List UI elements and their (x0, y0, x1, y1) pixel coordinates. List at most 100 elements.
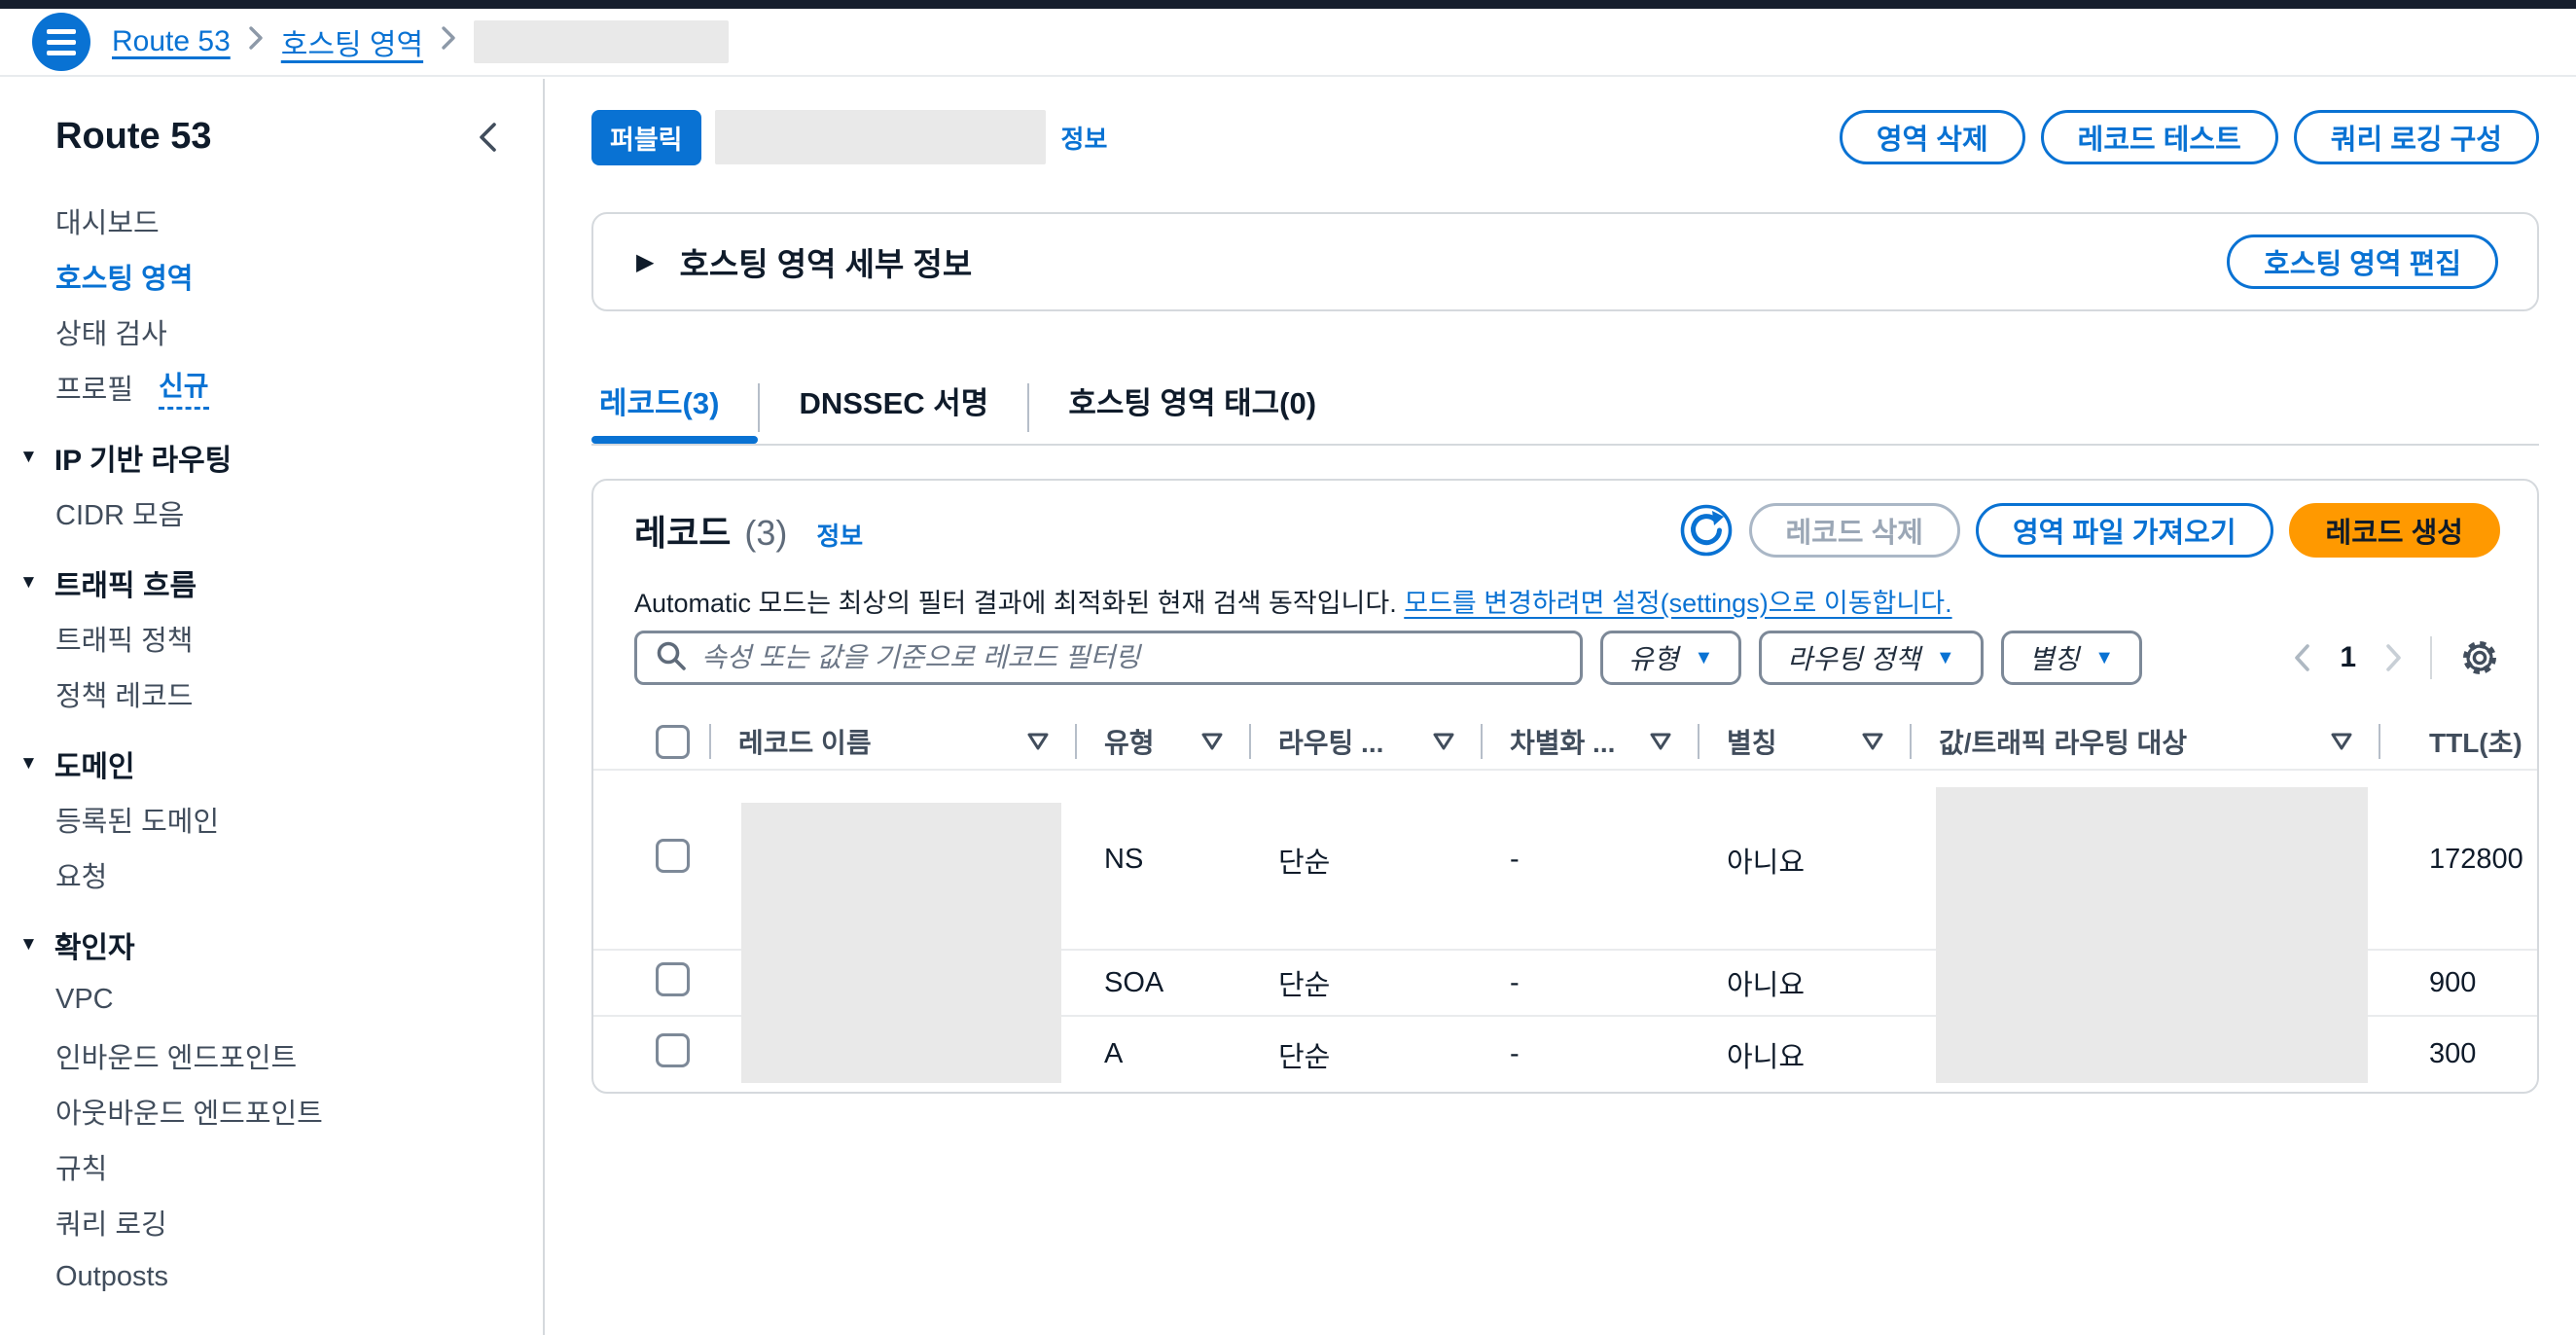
search-icon (655, 639, 688, 677)
sidebar-item-outbound-endpoints[interactable]: 아웃바운드 엔드포인트 (0, 1083, 543, 1138)
sidebar-item-policy-records[interactable]: 정책 레코드 (0, 666, 543, 721)
caret-down-icon: ▼ (1695, 647, 1714, 669)
tabs: 레코드(3) DNSSEC 서명 호스팅 영역 태그(0) (591, 370, 2539, 446)
sidebar-item-profiles[interactable]: 프로필신규 (0, 359, 543, 415)
delete-record-button[interactable]: 레코드 삭제 (1749, 503, 1960, 558)
select-all-checkbox[interactable] (656, 725, 690, 759)
import-zone-file-button[interactable]: 영역 파일 가져오기 (1976, 503, 2273, 558)
tab-dnssec-signing[interactable]: DNSSEC 서명 (760, 370, 1027, 430)
sort-icon (1200, 732, 1224, 751)
refresh-icon[interactable] (1679, 503, 1734, 558)
type-filter-dropdown[interactable]: 유형▼ (1600, 631, 1741, 685)
differentiator-cell: - (1481, 1038, 1698, 1070)
sidebar-item-traffic-policies[interactable]: 트래픽 정책 (0, 610, 543, 666)
gear-icon[interactable] (2457, 635, 2502, 680)
sidebar-item-cidr-collections[interactable]: CIDR 모음 (0, 485, 543, 540)
sidebar-item-hosted-zones[interactable]: 호스팅 영역 (0, 248, 543, 304)
sidebar-item-inbound-endpoints[interactable]: 인바운드 엔드포인트 (0, 1028, 543, 1083)
records-title: 레코드 (634, 505, 731, 556)
alias-filter-dropdown[interactable]: 별칭▼ (2001, 631, 2142, 685)
records-panel: 레코드 (3) 정보 레코드 삭제 영역 파일 가져오기 레코드 생성 Auto… (591, 479, 2539, 1094)
sidebar: Route 53 대시보드 호스팅 영역 상태 검사 프로필신규 ▼IP 기반 … (0, 79, 545, 1335)
ttl-cell: 900 (2379, 967, 2537, 999)
delete-zone-button[interactable]: 영역 삭제 (1840, 110, 2025, 164)
sidebar-section-ip-based-routing[interactable]: ▼IP 기반 라우팅 (0, 429, 543, 485)
sort-icon (1432, 732, 1455, 751)
sidebar-item-rules[interactable]: 규칙 (0, 1138, 543, 1194)
current-page-number[interactable]: 1 (2340, 641, 2356, 674)
column-alias[interactable]: 별칭 (1698, 712, 1910, 771)
tab-records[interactable]: 레코드(3) (591, 370, 758, 430)
routing-cell: 단순 (1249, 962, 1481, 1003)
row-checkbox[interactable] (656, 1033, 690, 1067)
caret-down-icon: ▼ (19, 753, 38, 775)
table-header-row: 레코드 이름 유형 라우팅 ... 차별화 ... 별칭 값/트래픽 라우팅 대… (593, 712, 2537, 771)
column-type[interactable]: 유형 (1075, 712, 1249, 771)
sidebar-item-requests[interactable]: 요청 (0, 847, 543, 902)
sidebar-section-domains[interactable]: ▼도메인 (0, 736, 543, 791)
records-info-link[interactable]: 정보 (816, 517, 863, 553)
sidebar-section-traffic-flow[interactable]: ▼트래픽 흐름 (0, 555, 543, 610)
redacted-record-names (741, 803, 1061, 1083)
sort-icon (1649, 732, 1672, 751)
redacted-record-values (1936, 787, 2368, 1083)
create-record-button[interactable]: 레코드 생성 (2289, 503, 2500, 558)
caret-down-icon: ▼ (19, 447, 38, 468)
zone-info-link[interactable]: 정보 (1061, 120, 1108, 156)
column-ttl[interactable]: TTL(초) (2379, 712, 2537, 771)
routing-policy-filter-dropdown[interactable]: 라우팅 정책▼ (1759, 631, 1983, 685)
column-record-name[interactable]: 레코드 이름 (709, 712, 1075, 771)
sort-icon (1861, 732, 1884, 751)
select-all-cell (593, 712, 709, 771)
record-filter-searchbox (634, 631, 1583, 685)
column-value-traffic-target[interactable]: 값/트래픽 라우팅 대상 (1910, 712, 2379, 771)
sidebar-section-resolver[interactable]: ▼확인자 (0, 917, 543, 972)
next-page-icon[interactable] (2383, 642, 2405, 673)
hosted-zone-details-title: 호스팅 영역 세부 정보 (679, 238, 972, 285)
chevron-left-icon[interactable] (475, 121, 500, 154)
sidebar-item-outposts[interactable]: Outposts (0, 1249, 543, 1305)
filter-mode-description: Automatic 모드는 최상의 필터 결과에 최적화된 현재 검색 동작입니… (634, 582, 1952, 620)
sort-icon (1026, 732, 1050, 751)
alias-cell: 아니요 (1698, 962, 1910, 1003)
test-record-button[interactable]: 레코드 테스트 (2041, 110, 2278, 164)
column-differentiator[interactable]: 차별화 ... (1481, 712, 1698, 771)
ttl-cell: 172800 (2379, 844, 2537, 876)
pagination: 1 (2291, 635, 2502, 680)
sidebar-item-health-checks[interactable]: 상태 검사 (0, 304, 543, 359)
settings-link[interactable]: 모드를 변경하려면 설정(settings)으로 이동합니다. (1404, 589, 1951, 618)
records-count: (3) (744, 513, 787, 554)
console-top-edge (0, 0, 2576, 9)
record-type-cell: SOA (1075, 967, 1249, 999)
public-badge: 퍼블릭 (591, 110, 701, 165)
tab-hosted-zone-tags[interactable]: 호스팅 영역 태그(0) (1029, 370, 1355, 430)
caret-down-icon: ▼ (19, 934, 38, 956)
breadcrumb-hosted-zones-link[interactable]: 호스팅 영역 (281, 20, 423, 63)
differentiator-cell: - (1481, 967, 1698, 999)
alias-cell: 아니요 (1698, 840, 1910, 881)
edit-hosted-zone-button[interactable]: 호스팅 영역 편집 (2227, 235, 2498, 289)
menu-icon[interactable] (32, 13, 90, 71)
row-checkbox[interactable] (656, 962, 690, 996)
caret-down-icon: ▼ (2094, 647, 2114, 669)
sidebar-item-registered-domains[interactable]: 등록된 도메인 (0, 791, 543, 847)
previous-page-icon[interactable] (2291, 642, 2312, 673)
new-badge: 신규 (159, 365, 209, 410)
breadcrumb-bar: Route 53 호스팅 영역 (0, 9, 2576, 77)
routing-cell: 단순 (1249, 840, 1481, 881)
sidebar-title: Route 53 (55, 116, 211, 158)
sidebar-item-query-logging[interactable]: 쿼리 로깅 (0, 1194, 543, 1249)
alias-cell: 아니요 (1698, 1034, 1910, 1075)
record-filter-input[interactable] (701, 642, 1562, 673)
sidebar-item-dashboard[interactable]: 대시보드 (0, 193, 543, 248)
hosted-zone-details-toggle[interactable]: ▶ 호스팅 영역 세부 정보 (636, 238, 972, 285)
configure-query-logging-button[interactable]: 쿼리 로깅 구성 (2294, 110, 2539, 164)
sidebar-item-vpc[interactable]: VPC (0, 972, 543, 1028)
record-type-cell: A (1075, 1038, 1249, 1070)
row-checkbox[interactable] (656, 839, 690, 873)
column-routing[interactable]: 라우팅 ... (1249, 712, 1481, 771)
divider (2430, 636, 2432, 679)
breadcrumb-route53-link[interactable]: Route 53 (112, 25, 231, 58)
caret-down-icon: ▼ (19, 572, 38, 594)
caret-down-icon: ▼ (1936, 647, 1955, 669)
